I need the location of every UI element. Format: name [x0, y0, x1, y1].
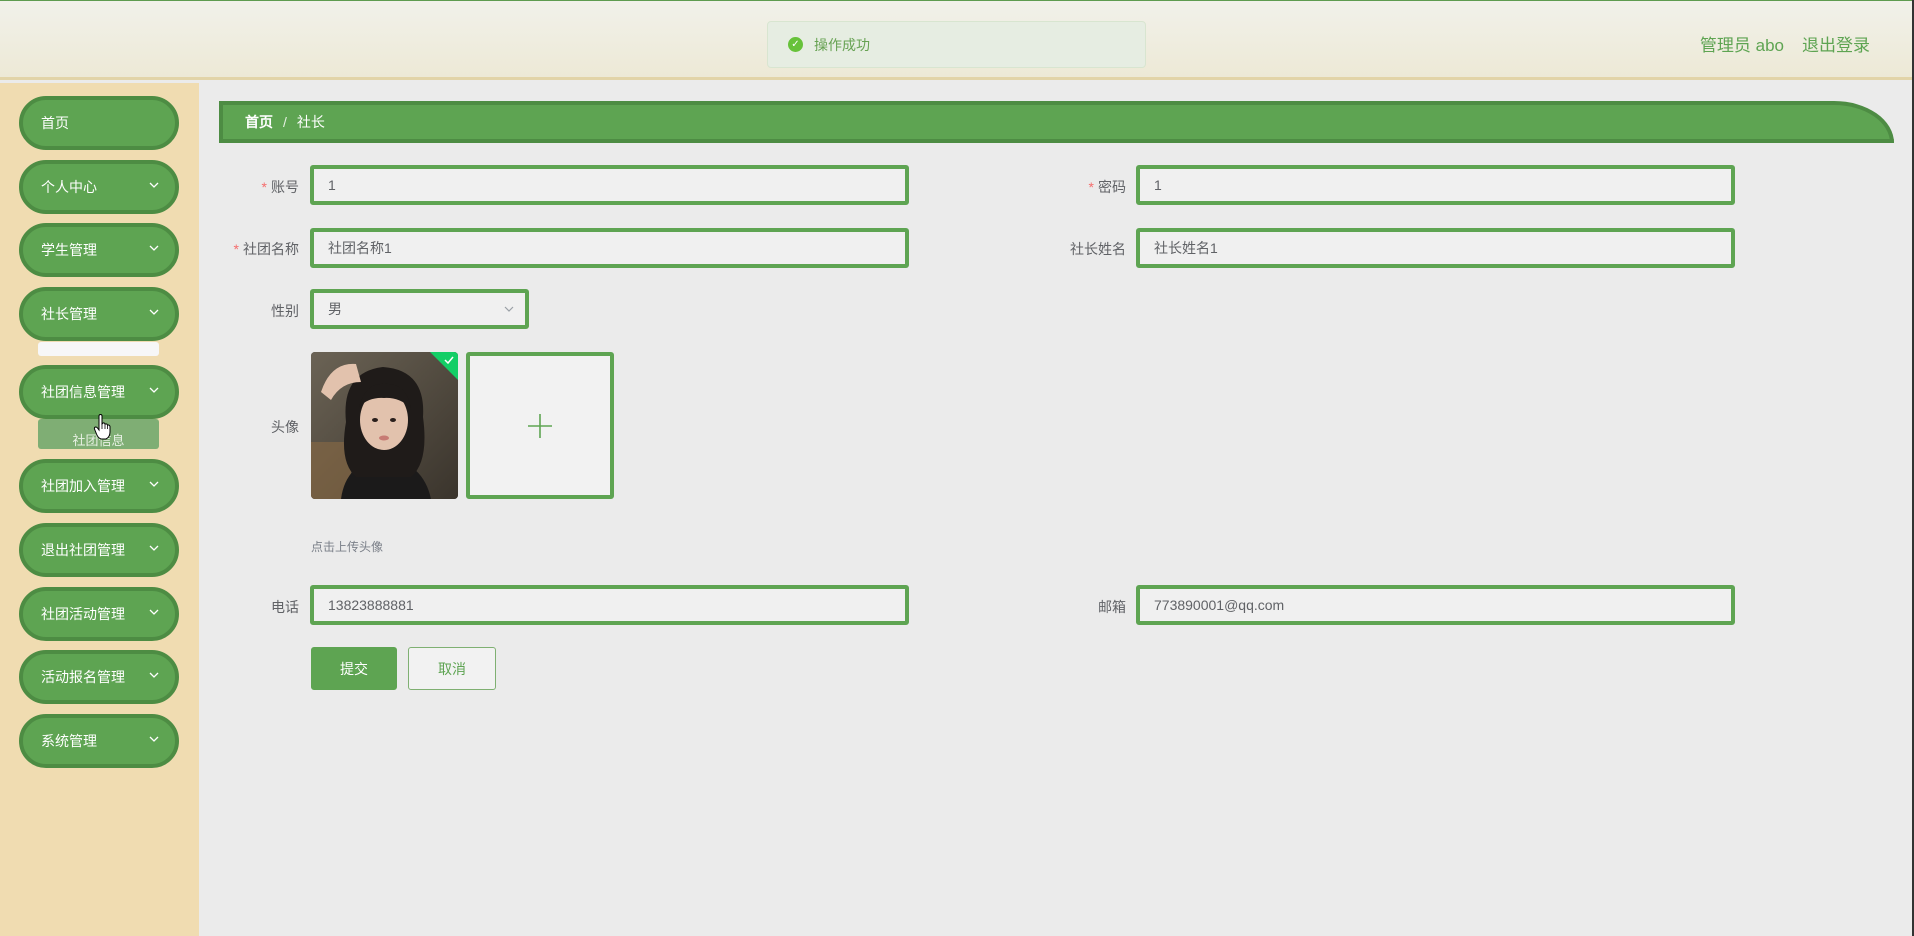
required-mark: * [1088, 179, 1094, 195]
sidebar-item-label: 退出社团管理 [41, 542, 125, 558]
leader-name-label: 社长姓名 [1026, 239, 1126, 259]
chevron-down-icon [149, 245, 159, 251]
breadcrumb-current: 社长 [296, 114, 325, 130]
email-input[interactable]: 773890001@qq.com [1136, 585, 1735, 625]
toast-message: 操作成功 [814, 36, 870, 53]
sidebar-item-label: 活动报名管理 [41, 669, 125, 685]
phone-label-text: 电话 [271, 599, 299, 615]
submit-button[interactable]: 提交 [311, 647, 397, 690]
sidebar-item-club-activity-management[interactable]: 社团活动管理 [19, 587, 179, 641]
account-input[interactable]: 1 [310, 165, 909, 205]
sidebar-item-label: 学生管理 [41, 242, 97, 258]
leader-name-input[interactable]: 社长姓名1 [1136, 228, 1735, 268]
sidebar-item-home[interactable]: 首页 [19, 96, 179, 150]
sidebar-item-club-exit-management[interactable]: 退出社团管理 [19, 523, 179, 577]
email-label-text: 邮箱 [1098, 599, 1126, 615]
avatar-upload-button[interactable] [466, 352, 614, 499]
club-name-label-text: 社团名称 [243, 241, 299, 257]
required-mark: * [233, 241, 239, 257]
success-check-icon: ✓ [788, 37, 803, 52]
chevron-down-icon [149, 481, 159, 487]
chevron-down-icon [149, 736, 159, 742]
sidebar-item-activity-signup-management[interactable]: 活动报名管理 [19, 650, 179, 704]
password-label: * 密码 [1026, 177, 1126, 197]
plus-icon [528, 414, 552, 438]
gender-label: 性别 [199, 301, 299, 321]
avatar-thumbnail[interactable] [311, 352, 458, 499]
sidebar-item-club-info-management[interactable]: 社团信息管理 [19, 365, 179, 419]
breadcrumb-separator: / [283, 114, 287, 130]
chevron-down-icon [149, 387, 159, 393]
hand-cursor-icon [93, 414, 111, 440]
chevron-down-icon [149, 545, 159, 551]
gender-selected-value: 男 [328, 301, 342, 317]
club-name-label: * 社团名称 [199, 239, 299, 259]
chevron-down-icon [149, 309, 159, 315]
avatar-label: 头像 [199, 417, 299, 437]
gender-label-text: 性别 [271, 303, 299, 319]
email-label: 邮箱 [1026, 597, 1126, 617]
leader-name-label-text: 社长姓名 [1070, 241, 1126, 257]
sidebar-item-student-management[interactable]: 学生管理 [19, 223, 179, 277]
sidebar-item-label: 社团信息管理 [41, 384, 125, 400]
submenu-placeholder [38, 342, 159, 356]
sidebar-item-label: 社团活动管理 [41, 606, 125, 622]
chevron-down-icon [149, 182, 159, 188]
phone-label: 电话 [199, 597, 299, 617]
sidebar-item-label: 系统管理 [41, 733, 97, 749]
password-label-text: 密码 [1098, 179, 1126, 195]
success-toast: ✓ 操作成功 [767, 21, 1146, 68]
sidebar-item-personal-center[interactable]: 个人中心 [19, 160, 179, 214]
sidebar-item-system-management[interactable]: 系统管理 [19, 714, 179, 768]
required-mark: * [261, 179, 267, 195]
phone-input[interactable]: 13823888881 [310, 585, 909, 625]
sidebar-item-club-join-management[interactable]: 社团加入管理 [19, 459, 179, 513]
account-label: * 账号 [199, 177, 299, 197]
current-user: 管理员 abo [1699, 36, 1784, 55]
gender-select[interactable]: 男 [310, 289, 529, 329]
password-input[interactable]: 1 [1136, 165, 1735, 205]
upload-success-check-icon [430, 352, 458, 380]
breadcrumb: 首页 / 社长 [219, 101, 1894, 143]
logout-link[interactable]: 退出登录 [1802, 31, 1870, 56]
cancel-button[interactable]: 取消 [408, 647, 496, 690]
chevron-down-icon [504, 306, 514, 312]
sidebar-item-label: 社长管理 [41, 306, 97, 322]
avatar-upload-hint: 点击上传头像 [311, 540, 384, 554]
account-label-text: 账号 [271, 179, 299, 195]
sidebar-item-label: 社团加入管理 [41, 478, 125, 494]
breadcrumb-home[interactable]: 首页 [245, 112, 273, 132]
sidebar-item-label: 首页 [41, 115, 69, 131]
avatar-label-text: 头像 [271, 419, 299, 435]
chevron-down-icon [149, 672, 159, 678]
club-name-input[interactable]: 社团名称1 [310, 228, 909, 268]
chevron-down-icon [149, 609, 159, 615]
sidebar-item-leader-management[interactable]: 社长管理 [19, 287, 179, 341]
sidebar-item-label: 个人中心 [41, 179, 97, 195]
